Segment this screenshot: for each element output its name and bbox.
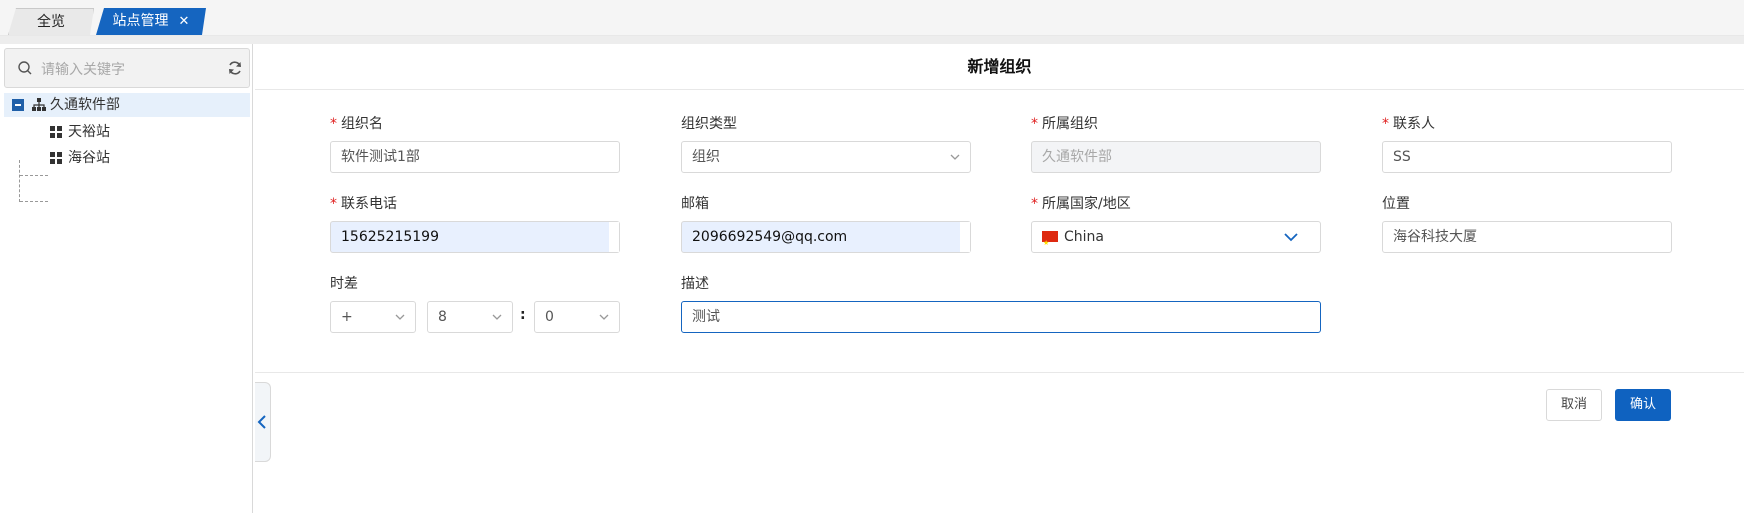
phone-input[interactable]: 15625215199 <box>330 221 620 253</box>
timezone-minutes-select[interactable]: 0 <box>534 301 620 333</box>
tree-item-label: 海谷站 <box>68 150 110 166</box>
org-type-label: 组织类型 <box>681 116 737 132</box>
tree-item-station[interactable]: 天裕站 <box>4 120 204 144</box>
country-label: * 所属国家/地区 <box>1031 193 1131 213</box>
contact-input[interactable]: SS <box>1382 141 1672 173</box>
contact-value: SS <box>1393 149 1411 165</box>
description-value: 测试 <box>692 309 720 325</box>
confirm-button[interactable]: 确认 <box>1615 389 1671 421</box>
phone-label: * 联系电话 <box>330 193 397 213</box>
contact-label-text: 联系人 <box>1393 116 1435 132</box>
parent-org-input: 久通软件部 <box>1031 141 1321 173</box>
close-icon[interactable]: ✕ <box>179 14 190 29</box>
org-type-select[interactable]: 组织 <box>681 141 971 173</box>
station-grid-icon <box>50 126 62 138</box>
tree-item-label: 天裕站 <box>68 124 110 140</box>
search-icon <box>18 61 32 75</box>
timezone-hours-select[interactable]: 8 <box>427 301 513 333</box>
search-placeholder: 请输入关键字 <box>41 62 125 78</box>
email-input[interactable]: 2096692549@qq.com <box>681 221 971 253</box>
sidebar: 请输入关键字 久通软件部 天裕站 海谷站 <box>0 44 253 513</box>
email-value: 2096692549@qq.com <box>692 229 848 245</box>
country-select[interactable]: China <box>1031 221 1321 258</box>
location-value: 海谷科技大厦 <box>1393 229 1477 245</box>
required-mark: * <box>330 196 337 212</box>
timezone-hours-value: 8 <box>438 309 447 325</box>
country-value: China <box>1064 229 1104 245</box>
footer-divider <box>255 372 1744 373</box>
collapse-sidebar-button[interactable] <box>255 382 271 462</box>
org-type-value: 组织 <box>692 149 720 165</box>
page-title: 新增组织 <box>255 44 1744 90</box>
org-name-value: 软件测试1部 <box>341 149 420 165</box>
location-input[interactable]: 海谷科技大厦 <box>1382 221 1672 253</box>
timezone-sign-select[interactable]: + <box>330 301 416 333</box>
chevron-left-icon <box>257 415 266 429</box>
country-label-text: 所属国家/地区 <box>1042 196 1131 212</box>
refresh-icon[interactable] <box>227 60 243 76</box>
tab-overview-label: 全览 <box>37 14 65 30</box>
parent-org-label-text: 所属组织 <box>1042 116 1098 132</box>
timezone-label: 时差 <box>330 276 358 292</box>
field-padding <box>960 222 970 252</box>
location-label: 位置 <box>1382 196 1410 212</box>
required-mark: * <box>1031 116 1038 132</box>
search-box[interactable]: 请输入关键字 <box>4 48 250 88</box>
tree-item-root[interactable]: 久通软件部 <box>4 93 250 117</box>
tab-site-management-label: 站点管理 <box>112 13 169 29</box>
tree-item-station[interactable]: 海谷站 <box>4 146 204 170</box>
china-flag-icon <box>1042 228 1058 258</box>
phone-label-text: 联系电话 <box>341 196 397 212</box>
description-input[interactable]: 测试 <box>681 301 1321 333</box>
org-name-label: * 组织名 <box>330 113 383 133</box>
tab-bar-divider <box>0 36 1744 44</box>
timezone-sign-value: + <box>341 309 353 325</box>
collapse-toggle-icon[interactable] <box>12 99 24 111</box>
org-hierarchy-icon <box>32 98 46 111</box>
cancel-button[interactable]: 取消 <box>1546 389 1602 421</box>
chevron-down-icon <box>1284 233 1298 242</box>
parent-org-value: 久通软件部 <box>1042 149 1112 165</box>
chevron-down-icon <box>599 314 609 320</box>
phone-value: 15625215199 <box>341 229 439 245</box>
tab-overview[interactable]: 全览 <box>8 8 94 35</box>
main-panel: 新增组织 * 组织名 软件测试1部 组织类型 组织 * 所属组织 久通软件部 * 联系… <box>255 44 1744 513</box>
org-name-label-text: 组织名 <box>341 116 383 132</box>
org-name-input[interactable]: 软件测试1部 <box>330 141 620 173</box>
required-mark: * <box>1031 196 1038 212</box>
required-mark: * <box>330 116 337 132</box>
tree-connector <box>20 201 48 202</box>
tree-item-root-label: 久通软件部 <box>50 97 120 113</box>
field-padding <box>609 222 619 252</box>
chevron-down-icon <box>492 314 502 320</box>
tab-bar: 全览 站点管理 ✕ <box>0 0 1744 44</box>
tab-site-management[interactable]: 站点管理 ✕ <box>96 8 206 35</box>
required-mark: * <box>1382 116 1389 132</box>
timezone-separator: : <box>520 307 526 323</box>
chevron-down-icon <box>395 314 405 320</box>
timezone-minutes-value: 0 <box>545 309 554 325</box>
station-grid-icon <box>50 152 62 164</box>
description-label: 描述 <box>681 276 709 292</box>
tree-connector <box>20 175 48 176</box>
email-label: 邮箱 <box>681 196 709 212</box>
chevron-down-icon <box>950 154 960 160</box>
parent-org-label: * 所属组织 <box>1031 113 1098 133</box>
contact-label: * 联系人 <box>1382 113 1435 133</box>
